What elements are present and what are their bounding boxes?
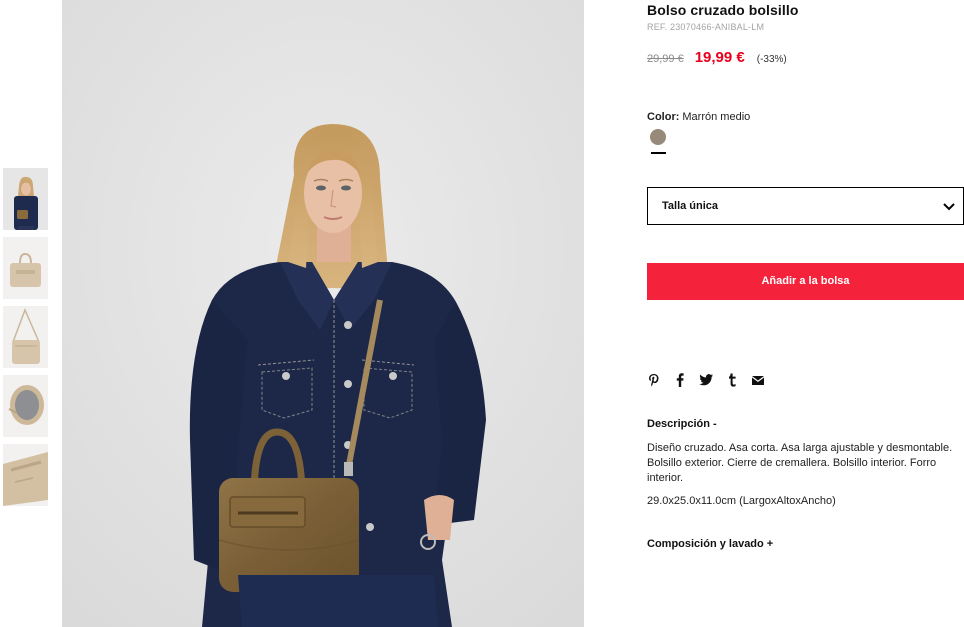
thumbnail-bag-open[interactable] <box>3 375 48 437</box>
sale-price: 19,99 € <box>694 49 745 66</box>
price-row: 29,99 € 19,99 € (-33%) <box>647 49 787 69</box>
description-text: Diseño cruzado. Asa corta. Asa larga aju… <box>647 442 953 484</box>
color-label: Color: <box>647 111 680 123</box>
selected-swatch-indicator <box>651 152 666 154</box>
thumbnail-bag-front[interactable] <box>3 237 48 299</box>
product-info-panel: Bolso cruzado bolsillo REF. 23070466-ANI… <box>647 0 964 627</box>
facebook-icon[interactable] <box>673 373 687 387</box>
product-title: Bolso cruzado bolsillo <box>647 2 799 18</box>
thumbnail-bag-strap[interactable] <box>3 306 48 368</box>
pinterest-icon[interactable] <box>647 373 661 387</box>
twitter-icon[interactable] <box>699 373 713 387</box>
tumblr-icon[interactable] <box>725 373 739 387</box>
description-toggle[interactable]: Descripción - <box>647 418 717 430</box>
discount-badge: (-33%) <box>756 54 787 65</box>
thumbnail-bag-detail[interactable] <box>3 444 48 506</box>
size-selected-value: Talla única <box>662 200 719 212</box>
thumbnail-model[interactable] <box>3 168 48 230</box>
add-to-bag-button[interactable]: Añadir a la bolsa <box>647 263 964 300</box>
product-reference: REF. 23070466-ANIBAL-LM <box>647 22 765 32</box>
color-label-row: Color: Marrón medio <box>647 111 750 123</box>
main-product-image <box>62 0 584 627</box>
email-icon[interactable] <box>751 373 765 387</box>
share-icons <box>647 372 777 388</box>
composition-toggle[interactable]: Composición y lavado + <box>647 538 773 550</box>
color-value: Marrón medio <box>682 111 751 123</box>
size-select[interactable]: Talla única <box>647 187 964 225</box>
original-price: 29,99 € <box>647 53 684 65</box>
chevron-down-icon <box>941 198 957 214</box>
color-swatch-marron-medio[interactable] <box>650 129 666 145</box>
dimensions-text: 29.0x25.0x11.0cm (LargoxAltoxAncho) <box>647 495 836 507</box>
